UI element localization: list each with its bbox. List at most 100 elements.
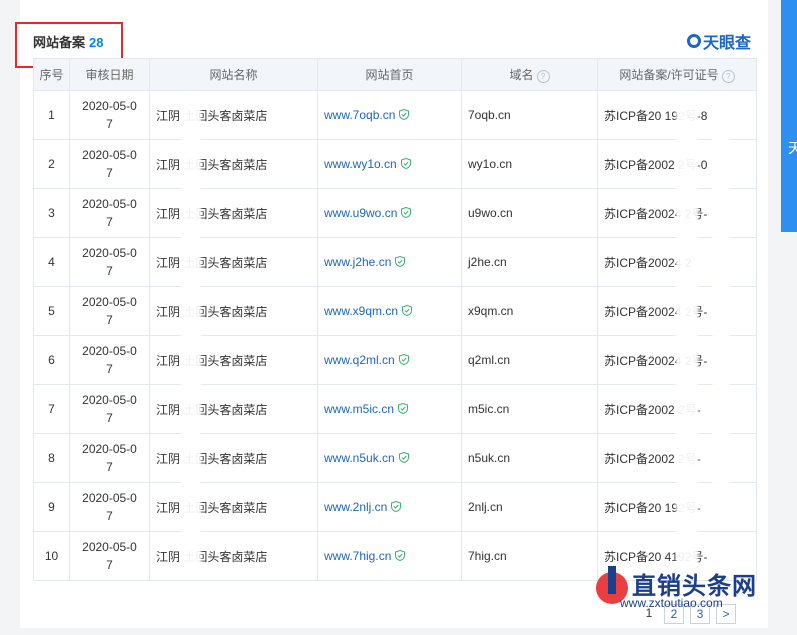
date-line-2: 7: [106, 411, 113, 425]
date-line-2: 7: [106, 117, 113, 131]
date-line-2: 7: [106, 558, 113, 572]
row-homepage: www.7hig.cn: [317, 531, 462, 581]
date-line-2: 7: [106, 215, 113, 229]
homepage-link[interactable]: www.wy1o.cn: [324, 157, 397, 171]
header-icp: 网站备案/许可证号?: [597, 58, 757, 91]
tianyancha-logo[interactable]: 天眼查: [687, 29, 751, 53]
verified-shield-icon: [400, 158, 411, 169]
date-line-1: 2020-05-0: [82, 442, 137, 456]
homepage-link[interactable]: www.7hig.cn: [324, 549, 391, 563]
row-review-date: 2020-05-0 7: [69, 482, 150, 532]
row-index: 10: [33, 531, 70, 581]
table-row: 6 2020-05-0 7 江阴 土回头客卤菜店 www.q2ml.cn q2ml.cn 苏…: [33, 335, 757, 385]
row-site-name: 江阴 土回头客卤菜店: [149, 335, 318, 385]
help-icon[interactable]: ?: [536, 70, 550, 83]
row-domain: u9wo.cn: [461, 188, 598, 238]
row-index: 5: [33, 286, 70, 336]
row-index: 6: [33, 335, 70, 385]
table-row: 3 2020-05-0 7 江阴 土回头客卤菜店 www.u9wo.cn u9wo.cn 苏…: [33, 188, 757, 238]
date-line-1: 2020-05-0: [82, 148, 137, 162]
row-domain: j2he.cn: [461, 237, 598, 287]
row-site-name: 江阴 土回头客卤菜店: [149, 482, 318, 532]
verified-shield-icon: [398, 452, 409, 463]
row-homepage: www.n5uk.cn: [317, 433, 462, 483]
side-tab[interactable]: 天: [781, 0, 797, 232]
header-domain: 域名?: [461, 58, 598, 91]
date-line-1: 2020-05-0: [82, 344, 137, 358]
row-domain: 7oqb.cn: [461, 90, 598, 140]
homepage-link[interactable]: www.m5ic.cn: [324, 402, 394, 416]
row-homepage: www.2nlj.cn: [317, 482, 462, 532]
side-tab-label: 天: [788, 140, 797, 156]
row-index: 1: [33, 90, 70, 140]
row-review-date: 2020-05-0 7: [69, 335, 150, 385]
watermark: 直销头条网 www.zxtoutiao.com: [590, 560, 780, 620]
row-review-date: 2020-05-0 7: [69, 90, 150, 140]
verified-shield-icon: [398, 403, 409, 414]
homepage-link[interactable]: www.j2he.cn: [324, 255, 391, 269]
table-row: 1 2020-05-0 7 江阴 土回头客卤菜店 www.7oqb.cn 7oqb.cn 苏…: [33, 90, 757, 140]
row-site-name: 江阴 土回头客卤菜店: [149, 286, 318, 336]
row-domain: q2ml.cn: [461, 335, 598, 385]
table-header-row: 序号 审核日期 网站名称 网站首页 域名? 网站备案/许可证号?: [33, 58, 757, 91]
header-site-name: 网站名称: [149, 58, 318, 91]
row-domain: 7hig.cn: [461, 531, 598, 581]
row-homepage: www.u9wo.cn: [317, 188, 462, 238]
privacy-blur: [712, 92, 730, 512]
homepage-link[interactable]: www.u9wo.cn: [324, 206, 397, 220]
table-row: 2 2020-05-0 7 江阴 土回头客卤菜店 www.wy1o.cn wy1o.cn 苏…: [33, 139, 757, 189]
row-site-name: 江阴 土回头客卤菜店: [149, 139, 318, 189]
row-site-name: 江阴 土回头客卤菜店: [149, 433, 318, 483]
table-row: 5 2020-05-0 7 江阴 土回头客卤菜店 www.x9qm.cn x9qm.cn 苏…: [33, 286, 757, 336]
row-index: 2: [33, 139, 70, 189]
left-rail: [0, 0, 20, 635]
homepage-link[interactable]: www.x9qm.cn: [324, 304, 398, 318]
homepage-link[interactable]: www.2nlj.cn: [324, 500, 387, 514]
row-review-date: 2020-05-0 7: [69, 188, 150, 238]
logo-icon: [687, 34, 701, 48]
date-line-2: 7: [106, 460, 113, 474]
header-homepage: 网站首页: [317, 58, 462, 91]
homepage-link[interactable]: www.7oqb.cn: [324, 108, 395, 122]
row-review-date: 2020-05-0 7: [69, 139, 150, 189]
row-site-name: 江阴 土回头客卤菜店: [149, 237, 318, 287]
date-line-1: 2020-05-0: [82, 295, 137, 309]
date-line-2: 7: [106, 509, 113, 523]
date-line-2: 7: [106, 313, 113, 327]
logo-text: 天眼查: [703, 35, 752, 52]
verified-shield-icon: [391, 501, 402, 512]
row-domain: n5uk.cn: [461, 433, 598, 483]
table-row: 9 2020-05-0 7 江阴 土回头客卤菜店 www.2nlj.cn 2nlj.cn 苏…: [33, 482, 757, 532]
row-index: 4: [33, 237, 70, 287]
row-index: 9: [33, 482, 70, 532]
row-review-date: 2020-05-0 7: [69, 237, 150, 287]
row-site-name: 江阴 土回头客卤菜店: [149, 531, 318, 581]
row-review-date: 2020-05-0 7: [69, 531, 150, 581]
verified-shield-icon: [398, 354, 409, 365]
date-line-1: 2020-05-0: [82, 393, 137, 407]
row-site-name: 江阴 土回头客卤菜店: [149, 90, 318, 140]
homepage-link[interactable]: www.q2ml.cn: [324, 353, 395, 367]
verified-shield-icon: [401, 207, 412, 218]
row-domain: wy1o.cn: [461, 139, 598, 189]
help-icon[interactable]: ?: [721, 70, 735, 83]
header-icp-label: 网站备案/许可证号: [619, 68, 719, 82]
verified-shield-icon: [395, 550, 406, 561]
date-line-1: 2020-05-0: [82, 246, 137, 260]
row-review-date: 2020-05-0 7: [69, 433, 150, 483]
row-index: 8: [33, 433, 70, 483]
row-homepage: www.wy1o.cn: [317, 139, 462, 189]
website-record-table: 序号 审核日期 网站名称 网站首页 域名? 网站备案/许可证号? 1 2020-0…: [33, 58, 757, 581]
date-line-1: 2020-05-0: [82, 491, 137, 505]
verified-shield-icon: [395, 256, 406, 267]
row-homepage: www.m5ic.cn: [317, 384, 462, 434]
date-line-1: 2020-05-0: [82, 99, 137, 113]
homepage-link[interactable]: www.n5uk.cn: [324, 451, 395, 465]
date-line-2: 7: [106, 264, 113, 278]
row-site-name: 江阴 土回头客卤菜店: [149, 188, 318, 238]
table-row: 8 2020-05-0 7 江阴 土回头客卤菜店 www.n5uk.cn n5uk.cn 苏…: [33, 433, 757, 483]
date-line-1: 2020-05-0: [82, 197, 137, 211]
row-homepage: www.q2ml.cn: [317, 335, 462, 385]
row-homepage: www.x9qm.cn: [317, 286, 462, 336]
table-row: 7 2020-05-0 7 江阴 土回头客卤菜店 www.m5ic.cn m5ic.cn 苏…: [33, 384, 757, 434]
